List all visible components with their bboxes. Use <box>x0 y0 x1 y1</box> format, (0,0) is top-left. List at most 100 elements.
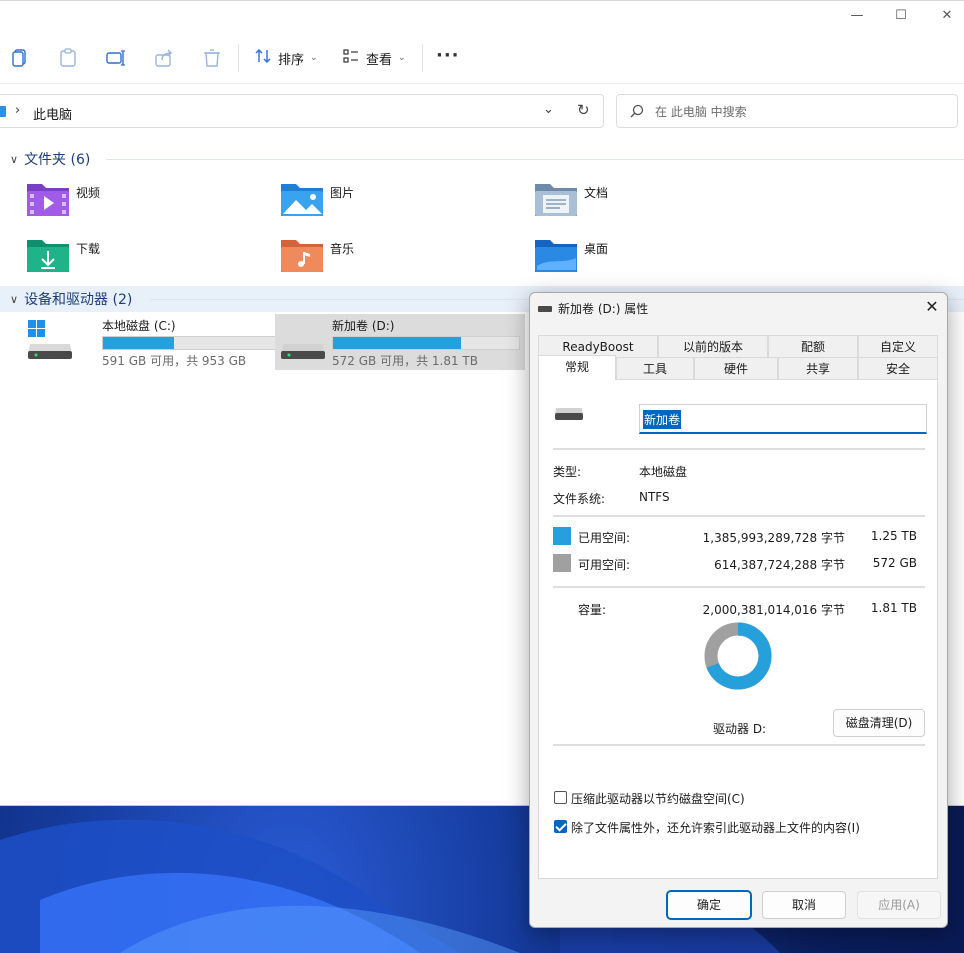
filesystem-value: NTFS <box>639 490 670 504</box>
search-input[interactable] <box>655 102 945 122</box>
share-icon[interactable] <box>152 46 176 70</box>
general-tab-panel: 新加卷 类型: 本地磁盘 文件系统: NTFS 已用空间: 1,385,993,… <box>538 379 938 879</box>
tab-hardware[interactable]: 硬件 <box>694 357 778 379</box>
free-space-size: 572 GB <box>872 556 917 570</box>
minimize-button[interactable]: — <box>840 5 874 27</box>
tab-customize[interactable]: 自定义 <box>858 335 938 357</box>
more-options-button[interactable]: ··· <box>436 46 460 66</box>
folder-label: 视频 <box>76 186 101 200</box>
folder-item[interactable]: 下载 <box>26 236 266 282</box>
folder-item[interactable]: 图片 <box>280 180 520 226</box>
sort-label: 排序 <box>278 52 305 68</box>
drive-icon <box>554 406 584 425</box>
used-space-size: 1.25 TB <box>870 529 917 543</box>
folder-item[interactable]: 视频 <box>26 180 266 226</box>
tab-readyboost[interactable]: ReadyBoost <box>538 335 658 357</box>
paste-icon[interactable] <box>56 46 80 70</box>
toolbar-separator <box>422 44 423 72</box>
drive-letter-label: 驱动器 D: <box>713 722 767 736</box>
drives-section-header[interactable]: ∨ 设备和驱动器 (2) <box>10 288 132 310</box>
ok-button[interactable]: 确定 <box>667 891 751 919</box>
tab-tools[interactable]: 工具 <box>616 357 694 379</box>
explorer-titlebar: — ☐ ✕ <box>0 0 964 32</box>
folder-label: 文档 <box>584 186 609 200</box>
delete-icon[interactable] <box>200 46 224 70</box>
sort-icon <box>254 47 272 69</box>
volume-name-field[interactable]: 新加卷 <box>639 404 927 434</box>
filesystem-label: 文件系统: <box>553 492 606 506</box>
tab-sharing[interactable]: 共享 <box>778 357 858 379</box>
folders-section-header[interactable]: ∨ 文件夹 (6) <box>10 148 90 170</box>
desktop-folder-icon <box>534 236 578 276</box>
divider <box>553 515 925 517</box>
drive-small-icon <box>538 303 552 317</box>
this-pc-icon <box>0 105 7 122</box>
view-label: 查看 <box>366 52 393 68</box>
sort-button[interactable]: 排序 ⌄ <box>254 46 318 70</box>
chevron-down-icon: ∨ <box>10 292 19 306</box>
drive-properties-dialog: 新加卷 (D:) 属性 ✕ ReadyBoost 以前的版本 配额 自定义 常规… <box>529 292 948 928</box>
tab-quota[interactable]: 配额 <box>768 335 858 357</box>
section-divider <box>106 159 964 160</box>
capacity-size: 1.81 TB <box>870 601 917 615</box>
folder-label: 桌面 <box>584 242 609 256</box>
drive-item-c[interactable]: 本地磁盘 (C:) 591 GB 可用，共 953 GB <box>24 314 290 370</box>
folder-label: 图片 <box>330 186 355 200</box>
dialog-title: 新加卷 (D:) 属性 <box>558 302 649 316</box>
drive-icon <box>279 318 327 365</box>
tab-previous-versions[interactable]: 以前的版本 <box>658 335 768 357</box>
drive-label: 新加卷 (D:) <box>332 319 395 333</box>
copy-icon[interactable] <box>8 46 32 70</box>
divider <box>553 448 925 450</box>
toolbar-separator <box>238 44 239 72</box>
type-label: 类型: <box>553 465 582 479</box>
used-space-label: 已用空间: <box>578 531 631 545</box>
compress-label[interactable]: 压缩此驱动器以节约磁盘空间(C) <box>571 790 745 807</box>
disk-cleanup-button[interactable]: 磁盘清理(D) <box>833 709 925 737</box>
capacity-label: 容量: <box>578 603 607 617</box>
chevron-down-icon: ⌄ <box>398 53 406 63</box>
folder-label: 下载 <box>76 242 101 256</box>
rename-icon[interactable] <box>104 46 128 70</box>
command-bar: 排序 ⌄ 查看 ⌄ ··· <box>0 32 964 84</box>
index-checkbox[interactable] <box>554 820 567 833</box>
folder-item[interactable]: 桌面 <box>534 236 774 282</box>
cancel-button[interactable]: 取消 <box>762 891 846 919</box>
close-button[interactable]: ✕ <box>930 5 964 27</box>
drive-usage-bar <box>332 336 520 350</box>
view-button[interactable]: 查看 ⌄ <box>342 46 406 70</box>
folder-label: 音乐 <box>330 242 355 256</box>
type-value: 本地磁盘 <box>639 465 688 479</box>
index-label[interactable]: 除了文件属性外，还允许索引此驱动器上文件的内容(I) <box>571 819 860 836</box>
free-space-label: 可用空间: <box>578 558 631 572</box>
folder-item[interactable]: 音乐 <box>280 236 520 282</box>
folder-item[interactable]: 文档 <box>534 180 774 226</box>
dialog-close-button[interactable]: ✕ <box>920 295 944 319</box>
videos-folder-icon <box>26 180 70 220</box>
apply-button[interactable]: 应用(A) <box>857 891 941 919</box>
address-path[interactable]: 此电脑 <box>33 104 72 123</box>
address-bar[interactable]: › 此电脑 ⌄ ↻ <box>0 94 604 128</box>
drive-size-text: 572 GB 可用，共 1.81 TB <box>332 354 478 368</box>
divider <box>553 744 925 746</box>
drive-label: 本地磁盘 (C:) <box>102 319 176 333</box>
folders-section-title: 文件夹 (6) <box>24 152 91 168</box>
capacity-bytes: 2,000,381,014,016 字节 <box>702 603 845 617</box>
tab-security[interactable]: 安全 <box>858 357 938 379</box>
tab-general[interactable]: 常规 <box>538 355 616 380</box>
windows-drive-icon <box>26 318 74 365</box>
volume-name-value[interactable]: 新加卷 <box>643 410 682 429</box>
free-space-swatch <box>553 554 571 572</box>
compress-checkbox[interactable] <box>554 791 567 804</box>
usage-donut-chart <box>704 622 772 690</box>
downloads-folder-icon <box>26 236 70 276</box>
music-folder-icon <box>280 236 324 276</box>
refresh-icon[interactable]: ↻ <box>577 101 590 119</box>
breadcrumb-chevron-icon: › <box>15 103 21 118</box>
free-space-bytes: 614,387,724,288 字节 <box>714 558 845 572</box>
drive-item-d[interactable]: 新加卷 (D:) 572 GB 可用，共 1.81 TB <box>275 314 525 370</box>
maximize-button[interactable]: ☐ <box>884 5 918 27</box>
view-icon <box>342 47 360 69</box>
search-box[interactable] <box>616 94 958 128</box>
address-dropdown-icon[interactable]: ⌄ <box>543 102 554 117</box>
